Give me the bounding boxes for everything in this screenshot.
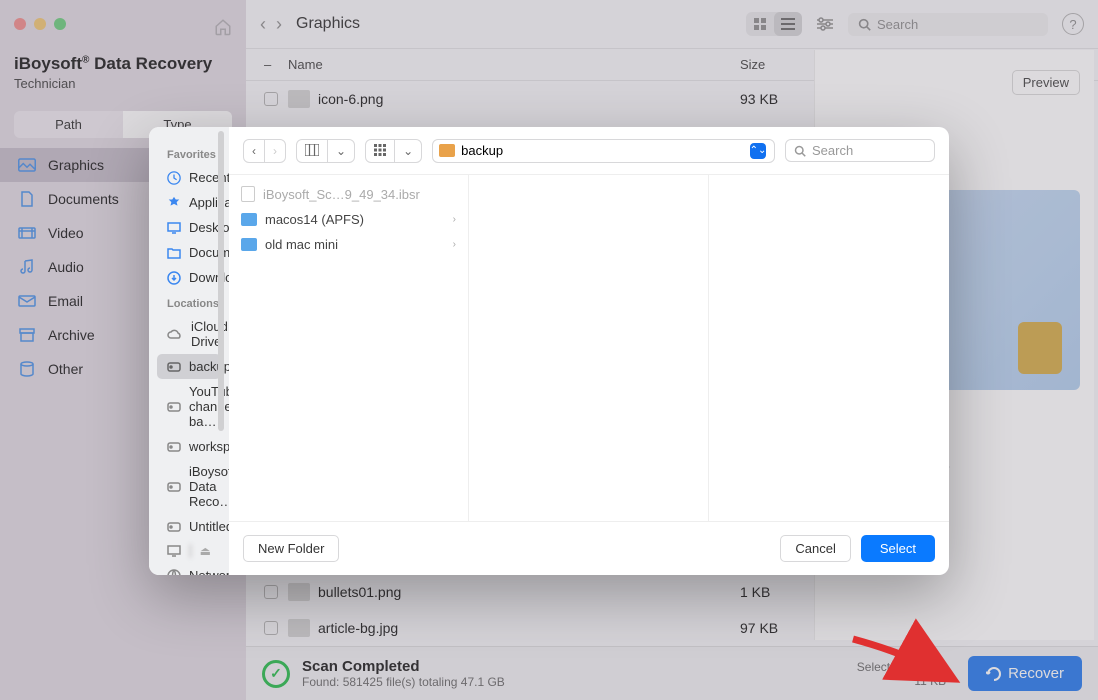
path-dropdown[interactable]: backup ⌃⌄ (432, 139, 775, 163)
dialog-footer: New Folder Cancel Select (229, 521, 949, 575)
browser-column: iBoysoft_Sc…9_49_34.ibsr macos14 (APFS)›… (229, 175, 469, 521)
sidebar-documents[interactable]: Documents (157, 240, 221, 265)
scrollbar[interactable] (215, 127, 229, 575)
sidebar-youtube[interactable]: YouTube channel ba…⏏ (157, 379, 221, 434)
network-icon (167, 569, 181, 576)
dialog-sidebar: Favorites Recents Applications Desktop D… (149, 127, 229, 575)
sidebar-icloud[interactable]: iCloud Drive (157, 314, 221, 354)
disk-icon (167, 522, 181, 532)
updown-icon: ⌃⌄ (750, 143, 766, 159)
dialog-search-input[interactable]: Search (785, 139, 935, 162)
folder-picker-dialog: Favorites Recents Applications Desktop D… (149, 127, 949, 575)
new-folder-button[interactable]: New Folder (243, 535, 339, 562)
chevron-right-icon: › (453, 239, 456, 250)
eject-icon[interactable]: ⏏ (200, 544, 211, 558)
disk-icon (167, 402, 181, 412)
chevron-down-icon: ⌄ (394, 140, 421, 162)
sidebar-untitled[interactable]: Untitled⏏ (157, 514, 221, 539)
file-icon (241, 186, 255, 202)
grid-icon (366, 140, 394, 162)
sidebar-network[interactable]: Network (157, 563, 221, 575)
disk-icon (167, 442, 181, 452)
chevron-down-icon: ⌄ (327, 140, 354, 162)
desktop-icon (167, 222, 181, 234)
cancel-button[interactable]: Cancel (780, 535, 850, 562)
sidebar-backup[interactable]: backup⏏ (157, 354, 221, 379)
sidebar-recents[interactable]: Recents (157, 165, 221, 190)
list-item[interactable]: iBoysoft_Sc…9_49_34.ibsr (229, 181, 468, 207)
favorites-header: Favorites (157, 141, 221, 165)
folder-icon (439, 144, 455, 157)
browser-column (709, 175, 949, 521)
monitor-icon (167, 545, 181, 557)
clock-icon (167, 171, 181, 185)
chevron-right-icon: › (453, 214, 456, 225)
sidebar-iboysoft[interactable]: iBoysoft Data Reco…⏏ (157, 459, 221, 514)
locations-header: Locations (157, 290, 221, 314)
apps-icon (167, 196, 181, 210)
sidebar-blurred[interactable]: ⏏ (157, 539, 221, 563)
path-label: backup (461, 143, 503, 158)
folder-icon (167, 247, 181, 259)
back-icon[interactable]: ‹ (244, 140, 264, 162)
browser-column (469, 175, 709, 521)
disk-icon (167, 482, 181, 492)
sidebar-applications[interactable]: Applications (157, 190, 221, 215)
sidebar-downloads[interactable]: Downloads (157, 265, 221, 290)
column-browser: iBoysoft_Sc…9_49_34.ibsr macos14 (APFS)›… (229, 175, 949, 521)
search-icon (794, 145, 806, 157)
dialog-toolbar: ‹ › ⌄ ⌄ backup ⌃⌄ Search (229, 127, 949, 175)
folder-icon (241, 238, 257, 251)
dialog-main: ‹ › ⌄ ⌄ backup ⌃⌄ Search iBoysoft_Sc…9_4… (229, 127, 949, 575)
disk-icon (167, 362, 181, 372)
cloud-icon (167, 329, 183, 340)
columns-view-button[interactable]: ⌄ (296, 139, 355, 163)
group-button[interactable]: ⌄ (365, 139, 422, 163)
sidebar-desktop[interactable]: Desktop (157, 215, 221, 240)
folder-icon (241, 213, 257, 226)
list-item[interactable]: old mac mini› (229, 232, 468, 257)
sidebar-workspace[interactable]: workspace⏏ (157, 434, 221, 459)
list-item[interactable]: macos14 (APFS)› (229, 207, 468, 232)
nav-back-forward[interactable]: ‹ › (243, 139, 286, 163)
select-button[interactable]: Select (861, 535, 935, 562)
forward-icon[interactable]: › (264, 140, 285, 162)
columns-icon (297, 140, 327, 162)
download-icon (167, 271, 181, 285)
